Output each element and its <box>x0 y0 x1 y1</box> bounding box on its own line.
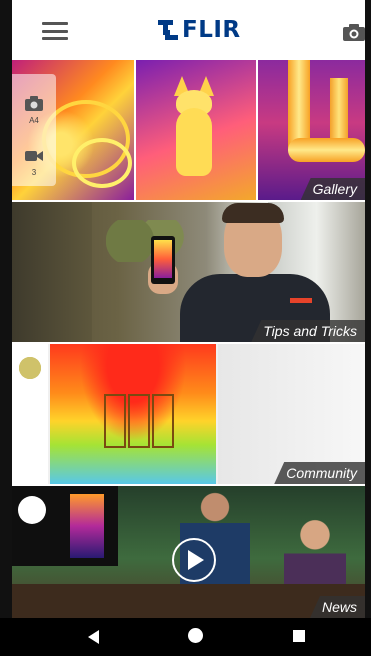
flir-logo: FLIR <box>157 17 241 43</box>
app-header: FLIR <box>12 0 365 60</box>
capture-side-panel: A4 3 <box>12 74 56 186</box>
right-bezel <box>365 0 371 656</box>
left-bezel <box>0 0 12 656</box>
tips-and-tricks-tile[interactable]: Tips and Tricks <box>12 202 365 342</box>
photo-camera-icon[interactable] <box>24 96 44 112</box>
news-tile[interactable]: News <box>12 486 365 618</box>
photo-count: A4 <box>29 116 39 125</box>
back-icon[interactable] <box>88 630 99 644</box>
tips-and-tricks-label: Tips and Tricks <box>251 320 365 342</box>
recent-apps-icon[interactable] <box>293 630 305 642</box>
gallery-thumbnail-2 <box>136 60 256 200</box>
gallery-label: Gallery <box>300 178 365 200</box>
play-icon[interactable] <box>172 538 216 582</box>
camera-icon[interactable] <box>342 24 366 42</box>
gallery-tile[interactable]: Gallery <box>12 60 365 200</box>
phone-screen: FLIR Gallery A4 3 Tips and Tricks Commun… <box>0 0 371 656</box>
flir-logo-mark-icon <box>158 20 178 40</box>
android-nav-bar <box>0 618 371 656</box>
home-icon[interactable] <box>188 628 203 643</box>
community-tile[interactable]: Community <box>12 344 365 484</box>
logo-text: FLIR <box>182 17 241 43</box>
video-camera-icon[interactable] <box>24 148 44 164</box>
menu-icon[interactable] <box>42 22 68 40</box>
community-label: Community <box>274 462 365 484</box>
flir-badge-icon <box>18 496 46 524</box>
video-count: 3 <box>31 168 37 177</box>
thermal-house-image <box>50 344 216 484</box>
tree-icon <box>18 352 42 384</box>
